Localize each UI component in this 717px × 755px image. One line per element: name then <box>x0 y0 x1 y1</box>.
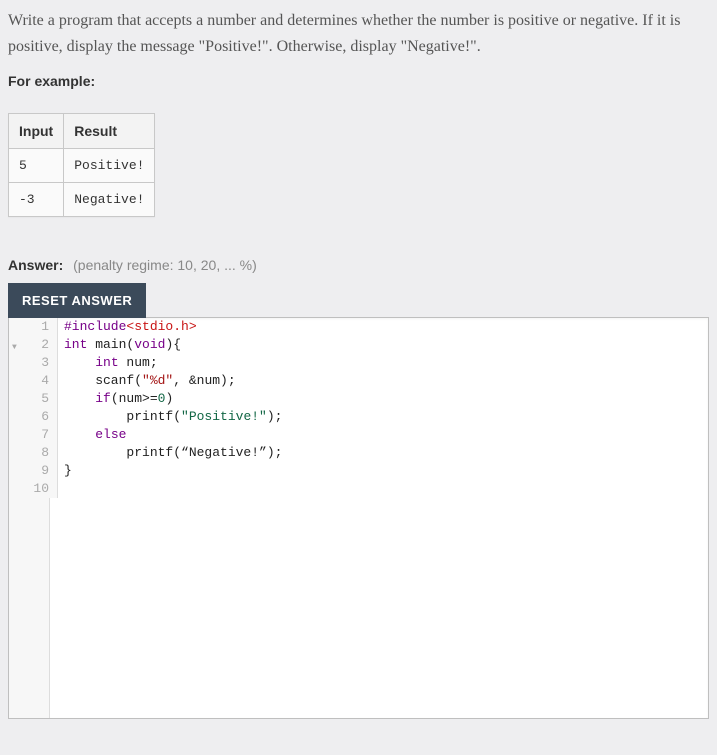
line-number: 6 <box>9 408 58 426</box>
line-number: 1 <box>9 318 58 336</box>
example-input-cell: 5 <box>9 149 64 183</box>
for-example-label: For example: <box>8 73 709 89</box>
example-header-result: Result <box>64 114 155 149</box>
table-row: 5Positive! <box>9 149 155 183</box>
code-text[interactable]: #include<stdio.h> <box>58 318 197 336</box>
line-number: 10 <box>9 480 58 498</box>
question-description: Write a program that accepts a number an… <box>8 8 709 59</box>
code-text[interactable]: printf(“Negative!”); <box>58 444 282 462</box>
code-line[interactable]: 4 scanf("%d", &num); <box>9 372 708 390</box>
code-line[interactable]: 6 printf("Positive!"); <box>9 408 708 426</box>
code-line[interactable]: 2▼int main(void){ <box>9 336 708 354</box>
code-line[interactable]: 1#include<stdio.h> <box>9 318 708 336</box>
code-text[interactable] <box>58 480 64 498</box>
code-text[interactable]: } <box>58 462 72 480</box>
code-text[interactable]: int num; <box>58 354 158 372</box>
table-row: -3Negative! <box>9 183 155 217</box>
line-number: 5 <box>9 390 58 408</box>
code-text[interactable]: if(num>=0) <box>58 390 173 408</box>
code-editor[interactable]: 1#include<stdio.h>2▼int main(void){ 3 in… <box>8 317 709 719</box>
code-line[interactable]: 8 printf(“Negative!”); <box>9 444 708 462</box>
code-text[interactable]: printf("Positive!"); <box>58 408 282 426</box>
line-number: 4 <box>9 372 58 390</box>
line-number: 7 <box>9 426 58 444</box>
code-line[interactable]: 10 <box>9 480 708 498</box>
reset-answer-button[interactable]: RESET ANSWER <box>8 283 146 318</box>
example-result-cell: Positive! <box>64 149 155 183</box>
code-text[interactable]: int main(void){ <box>58 336 189 354</box>
code-line[interactable]: 3 int num; <box>9 354 708 372</box>
example-input-cell: -3 <box>9 183 64 217</box>
code-line[interactable]: 9} <box>9 462 708 480</box>
answer-label-line: Answer: (penalty regime: 10, 20, ... %) <box>8 257 709 273</box>
code-line[interactable]: 7 else <box>9 426 708 444</box>
code-line[interactable]: 5 if(num>=0) <box>9 390 708 408</box>
example-result-cell: Negative! <box>64 183 155 217</box>
penalty-regime: (penalty regime: 10, 20, ... %) <box>73 257 257 273</box>
line-number: 3 <box>9 354 58 372</box>
line-number: 9 <box>9 462 58 480</box>
example-header-input: Input <box>9 114 64 149</box>
line-number: 8 <box>9 444 58 462</box>
answer-label: Answer: <box>8 257 63 273</box>
line-number: 2▼ <box>9 336 58 354</box>
example-table: Input Result 5Positive!-3Negative! <box>8 113 155 217</box>
code-text[interactable]: else <box>58 426 126 444</box>
code-text[interactable]: scanf("%d", &num); <box>58 372 236 390</box>
